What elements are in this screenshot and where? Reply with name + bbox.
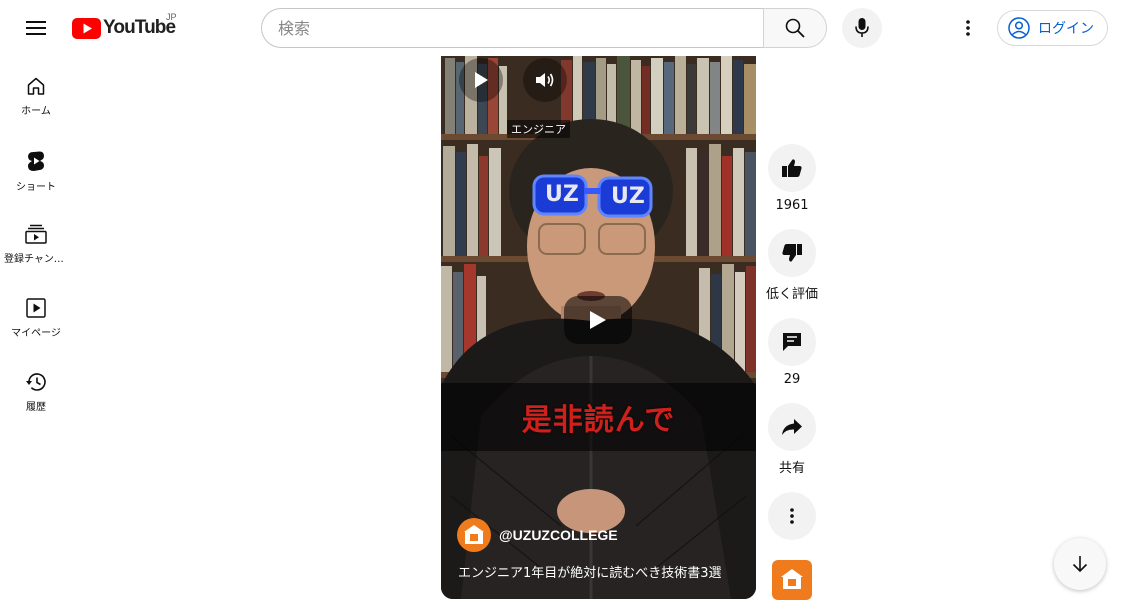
search-input[interactable] <box>278 18 764 38</box>
next-video-button[interactable] <box>1054 538 1106 590</box>
channel-avatar[interactable] <box>457 518 491 552</box>
shorts-icon <box>28 151 44 171</box>
search-button[interactable] <box>763 8 827 48</box>
sidebar-item-subscriptions[interactable]: 登録チャンネル <box>0 204 72 278</box>
dislike-action: 低く評価 <box>764 229 820 302</box>
login-label: ログイン <box>1038 21 1094 37</box>
vertical-ellipsis-icon <box>790 508 794 524</box>
thumbs-up-icon <box>782 159 802 177</box>
more-action <box>764 492 820 540</box>
sidebar-item-label: 履歴 <box>26 402 46 413</box>
glasses-text-right: UZ <box>611 184 645 209</box>
share-action: 共有 <box>764 403 820 476</box>
sidebar-item-shorts[interactable]: ショート <box>0 130 72 204</box>
play-pause-button[interactable] <box>459 58 503 102</box>
channel-info[interactable]: @UZUZCOLLEGE <box>457 518 618 552</box>
youtube-play-logo-icon <box>72 17 101 39</box>
reel-actions: 1961 低く評価 29 共有 <box>764 144 820 556</box>
sidebar-item-home[interactable]: ホーム <box>0 56 72 130</box>
shorts-video-player[interactable]: UZ UZ エンジニア 是非読んで @UZUZCOLLEGE エンジニア1年目が… <box>441 56 756 599</box>
share-icon <box>782 419 802 435</box>
vertical-ellipsis-icon <box>966 20 970 36</box>
play-icon <box>475 72 488 88</box>
settings-more-button[interactable] <box>948 8 988 48</box>
glasses-text-left: UZ <box>545 182 579 207</box>
voice-search-button[interactable] <box>842 8 882 48</box>
comment-action: 29 <box>764 318 820 387</box>
like-button[interactable] <box>768 144 816 192</box>
masthead: YouTube JP ログイン <box>0 0 1124 56</box>
video-caption: 是非読んで <box>521 403 676 438</box>
more-options-button[interactable] <box>768 492 816 540</box>
arrow-down-icon <box>1072 556 1088 573</box>
comment-button[interactable] <box>768 318 816 366</box>
library-icon <box>26 298 46 318</box>
large-play-button[interactable] <box>564 296 632 344</box>
hamburger-menu-icon <box>26 21 46 35</box>
login-button[interactable]: ログイン <box>997 10 1108 46</box>
play-icon <box>590 311 606 329</box>
channel-thumbnail-button[interactable] <box>772 560 812 600</box>
subscriptions-icon <box>25 224 47 244</box>
share-button[interactable] <box>768 403 816 451</box>
like-count: 1961 <box>775 198 809 213</box>
sidebar-item-label: マイページ <box>11 328 61 339</box>
comment-icon <box>783 333 801 351</box>
thumbs-down-icon <box>782 244 802 262</box>
uzuz-logo-icon <box>464 525 484 544</box>
sidebar-item-label: ホーム <box>21 106 51 117</box>
youtube-logo[interactable]: YouTube <box>72 17 176 39</box>
comment-count: 29 <box>783 372 801 387</box>
video-title[interactable]: エンジニア1年目が絶対に読むべき技術書3選 <box>458 562 722 581</box>
sidebar-item-history[interactable]: 履歴 <box>0 352 72 426</box>
share-label: 共有 <box>778 461 805 476</box>
history-icon <box>26 373 46 391</box>
channel-handle[interactable]: @UZUZCOLLEGE <box>499 527 618 543</box>
microphone-icon <box>855 18 869 37</box>
volume-icon <box>536 73 554 87</box>
search-box <box>261 8 764 48</box>
sidebar-item-library[interactable]: マイページ <box>0 278 72 352</box>
video-caption-band: 是非読んで <box>441 383 756 451</box>
dislike-label: 低く評価 <box>765 287 818 302</box>
video-overlay-text: エンジニア <box>507 120 570 138</box>
uzuz-logo-icon <box>781 569 803 589</box>
guide-menu-button[interactable] <box>16 8 56 48</box>
dislike-button[interactable] <box>768 229 816 277</box>
sidebar-item-label: 登録チャンネル <box>4 254 68 265</box>
mute-button[interactable] <box>523 58 567 102</box>
mini-guide: ホーム ショート 登録チャンネル マイページ 履歴 <box>0 56 72 426</box>
account-circle-icon <box>1008 17 1030 39</box>
sidebar-item-label: ショート <box>16 182 56 193</box>
region-code: JP <box>166 12 177 22</box>
search-icon <box>785 18 805 38</box>
home-icon <box>27 77 45 95</box>
like-action: 1961 <box>764 144 820 213</box>
logo-text: YouTube <box>103 17 176 38</box>
